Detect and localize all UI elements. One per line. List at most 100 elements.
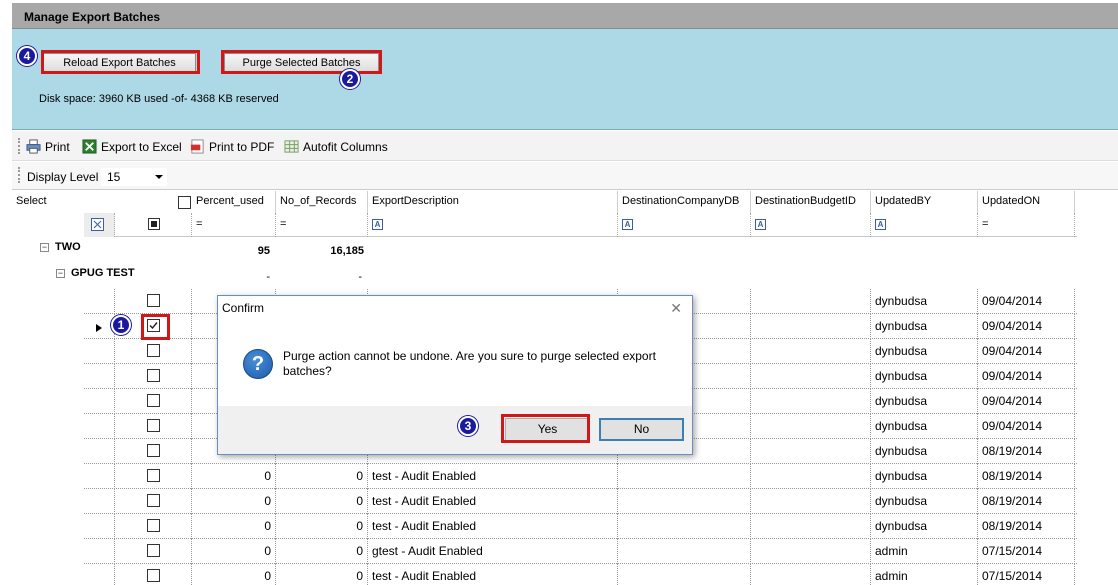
row-destination-budget-id [751, 514, 871, 539]
row-checkbox[interactable] [147, 544, 160, 557]
row-checkbox[interactable] [147, 519, 160, 532]
column-header-destination-budget-id[interactable]: DestinationBudgetID [751, 191, 871, 213]
close-icon[interactable]: ✕ [670, 300, 682, 317]
row-select-cell[interactable] [115, 339, 192, 364]
row-select-cell[interactable] [115, 389, 192, 414]
row-select-cell[interactable] [115, 514, 192, 539]
row-no-of-records: 0 [276, 564, 368, 585]
annotation-marker-4: 4 [17, 46, 37, 66]
dialog-title: Confirm [222, 301, 265, 315]
row-no-of-records: 0 [276, 464, 368, 489]
print-to-pdf-button[interactable]: Print to PDF [190, 139, 274, 154]
row-checkbox[interactable] [147, 344, 160, 357]
row-export-description: test - Audit Enabled [368, 464, 618, 489]
row-checkbox[interactable] [147, 494, 160, 507]
filter-updated-by[interactable]: A [871, 213, 978, 237]
row-destination-budget-id [751, 489, 871, 514]
pdf-icon [190, 139, 204, 154]
row-export-description: test - Audit Enabled [368, 489, 618, 514]
table-grid-icon [284, 140, 299, 153]
group-row-company[interactable]: − TWO [40, 241, 81, 253]
group-row-batch[interactable]: − GPUG TEST [56, 267, 135, 279]
row-select-cell[interactable] [115, 414, 192, 439]
display-level-select[interactable]: 15 [100, 167, 168, 187]
row-updated-on: 09/04/2014 [978, 414, 1075, 439]
no-button[interactable]: No [599, 418, 684, 441]
row-checkbox[interactable] [147, 569, 160, 582]
group-batch-percent: - [266, 271, 270, 283]
row-updated-by: dynbudsa [871, 364, 978, 389]
column-header-select[interactable]: Select [12, 191, 192, 213]
collapse-icon[interactable]: − [40, 242, 49, 252]
row-updated-on: 07/15/2014 [978, 564, 1075, 585]
row-indicator-cell [84, 289, 115, 314]
row-checkbox[interactable] [147, 444, 160, 457]
row-destination-budget-id [751, 439, 871, 464]
column-header-select-label: Select [16, 195, 47, 207]
select-all-checkbox[interactable] [178, 196, 191, 209]
collapse-icon[interactable]: − [56, 268, 65, 278]
row-select-cell[interactable] [115, 464, 192, 489]
yes-button[interactable]: Yes [505, 418, 590, 441]
autofit-columns-button[interactable]: Autofit Columns [284, 139, 388, 154]
filter-export-description[interactable]: A [368, 213, 618, 237]
row-select-cell[interactable] [115, 364, 192, 389]
text-filter-icon: A [622, 219, 633, 230]
print-label: Print [45, 139, 70, 154]
filter-updated-on[interactable]: = [978, 213, 1075, 237]
filter-select-cell[interactable] [115, 213, 192, 237]
grid-toolbar: Print Export to Excel Print to PDF Autof… [12, 131, 1118, 161]
group-batch-records: - [358, 271, 362, 283]
row-checkbox[interactable] [147, 319, 160, 332]
row-updated-on: 08/19/2014 [978, 514, 1075, 539]
filter-clear-cell[interactable] [84, 213, 115, 237]
autofit-columns-label: Autofit Columns [303, 139, 388, 154]
column-header-no-of-records[interactable]: No_of_Records [276, 191, 368, 213]
column-header-export-description[interactable]: ExportDescription [368, 191, 618, 213]
annotation-marker-3: 3 [458, 416, 478, 436]
column-header-destination-company-db[interactable]: DestinationCompanyDB [618, 191, 751, 213]
row-destination-company-db [618, 514, 751, 539]
row-checkbox[interactable] [147, 469, 160, 482]
checked-filter-icon [148, 218, 160, 230]
row-destination-budget-id [751, 464, 871, 489]
row-select-cell[interactable] [115, 289, 192, 314]
row-select-cell[interactable] [115, 539, 192, 564]
row-select-cell[interactable] [115, 439, 192, 464]
row-checkbox[interactable] [147, 294, 160, 307]
dialog-body: ? Purge action cannot be undone. Are you… [218, 322, 692, 406]
current-row-pointer-icon [96, 324, 102, 332]
row-updated-on: 09/04/2014 [978, 389, 1075, 414]
row-checkbox[interactable] [147, 394, 160, 407]
column-header-updated-on[interactable]: UpdatedON [978, 191, 1075, 213]
filter-percent-used[interactable]: = [192, 213, 276, 237]
display-level-bar: Display Level 15 [12, 162, 1118, 190]
print-button[interactable]: Print [26, 139, 70, 154]
row-select-cell[interactable] [115, 489, 192, 514]
filter-destination-budget-id[interactable]: A [751, 213, 871, 237]
row-updated-on: 07/15/2014 [978, 539, 1075, 564]
table-row[interactable]: 0 0 test - Audit Enabled admin 07/15/2014 [84, 564, 1077, 585]
row-updated-on: 09/04/2014 [978, 314, 1075, 339]
reload-export-batches-button[interactable]: Reload Export Batches [43, 53, 196, 73]
row-indicator-cell [84, 389, 115, 414]
row-export-description: test - Audit Enabled [368, 564, 618, 585]
table-row[interactable]: 00test - Audit Enableddynbudsa08/19/2014 [84, 489, 1077, 514]
export-to-excel-button[interactable]: Export to Excel [82, 139, 182, 154]
filter-destination-company-db[interactable]: A [618, 213, 751, 237]
row-indicator-cell [84, 489, 115, 514]
column-header-updated-by[interactable]: UpdatedBY [871, 191, 978, 213]
table-row[interactable]: 0 0 gtest - Audit Enabled admin 07/15/2014 [84, 539, 1077, 564]
row-percent-used: 0 [192, 564, 276, 585]
column-header-percent-used[interactable]: Percent_used [192, 191, 276, 213]
table-row[interactable]: 00test - Audit Enableddynbudsa08/19/2014 [84, 514, 1077, 539]
row-checkbox[interactable] [147, 419, 160, 432]
row-checkbox[interactable] [147, 369, 160, 382]
filter-no-of-records[interactable]: = [276, 213, 368, 237]
text-filter-icon: A [755, 219, 766, 230]
table-row[interactable]: 00test - Audit Enableddynbudsa08/19/2014 [84, 464, 1077, 489]
row-destination-budget-id [751, 564, 871, 585]
group-batch-name: GPUG TEST [71, 267, 135, 279]
row-indicator-cell [84, 514, 115, 539]
row-select-cell[interactable] [115, 564, 192, 585]
